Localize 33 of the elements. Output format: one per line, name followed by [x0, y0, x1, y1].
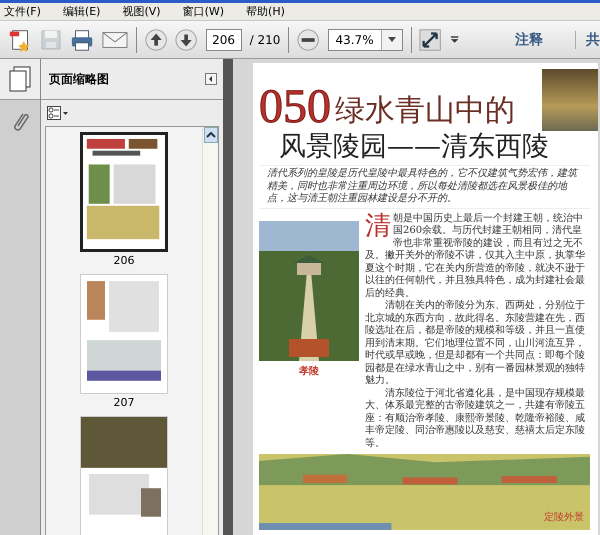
photo-caption: 孝陵 — [299, 364, 319, 378]
page-number-label: 206 — [114, 254, 134, 269]
photo-placeholder — [542, 69, 598, 131]
page-number-label: 207 — [114, 396, 134, 411]
print-icon[interactable] — [70, 28, 94, 52]
dropdown-caret-icon[interactable] — [388, 37, 396, 42]
menu-item[interactable]: 视图(V) — [122, 4, 161, 19]
caret-icon[interactable] — [450, 36, 459, 44]
panel-title: 页面缩略图 — [49, 70, 109, 88]
collapse-icon[interactable] — [205, 73, 217, 85]
comment-button[interactable]: 注释 — [514, 30, 543, 48]
zoom-out-icon[interactable] — [297, 28, 320, 52]
article-paragraph: 清朝在关内的帝陵分为东、西两处，分别位于北京城的东西方向，故此得名。东陵营建在先，西陵选址在后，都是帝陵的规模和等级，并且一直使用到清末期。它们地理位置不同，山川河流互异，时代或早或晚，但是却都有一个共同点：即每个陵园都是在绿水青山之中，别有一番园林景观的独特魅力。 — [365, 300, 586, 388]
scroll-up-icon[interactable] — [204, 127, 218, 143]
article-subtitle: 风景陵园——清东西陵 — [279, 131, 550, 162]
thumbnail-options-icon[interactable] — [47, 106, 69, 120]
page-number-field[interactable]: 206 — [206, 28, 242, 50]
share-button[interactable]: 共 — [574, 30, 600, 48]
pages-icon[interactable] — [8, 66, 32, 92]
email-icon[interactable] — [102, 30, 128, 50]
article-title: 绿水青山中的 — [335, 93, 515, 129]
menu-item[interactable]: 窗口(W) — [182, 4, 224, 19]
intro-text: 清代系列的皇陵是历代皇陵中最具特色的，它不仅建筑气势宏伟，建筑精美，同时也非常注重周边环境，所以每处清陵都选在风景极佳的地点，这与清王朝注重园林建设是分不开的。 — [259, 165, 590, 209]
article-paragraph: 清东陵位于河北省遵化县，是中国现存规模最大、体系最完整的古帝陵建筑之一，共建有帝陵五座：有顺治帝孝陵、康熙帝景陵、乾隆帝裕陵、咸丰帝定陵、同治帝惠陵以及慈安、慈禧太后定东陵等。 — [365, 388, 586, 450]
page-total: / 210 — [250, 32, 280, 46]
page-thumbnail[interactable] — [80, 132, 168, 252]
zoom-field[interactable]: 43.7% — [328, 28, 403, 50]
photo-caption: 定陵外景 — [544, 510, 584, 524]
menu-item[interactable]: 文件(F) — [4, 4, 41, 19]
expand-arrows-icon[interactable] — [419, 28, 442, 52]
menu-item[interactable]: 编辑(E) — [62, 4, 100, 19]
menu-item[interactable]: 帮助(H) — [246, 4, 285, 19]
article-number: 050 — [259, 83, 331, 131]
